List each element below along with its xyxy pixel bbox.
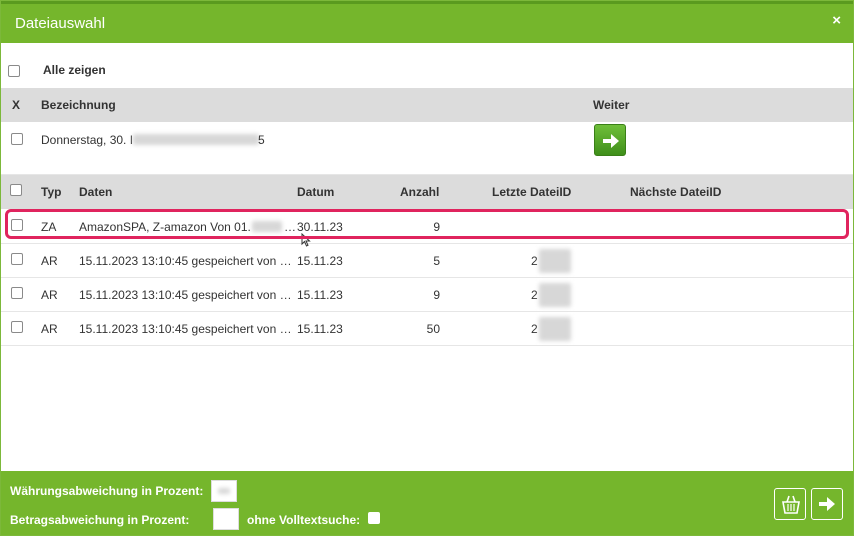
column-naechste-dateiid[interactable]: Nächste DateiID (630, 185, 721, 199)
title-bar: Dateiauswahl × (1, 1, 853, 43)
arrow-right-icon (603, 134, 619, 148)
cell-datum: 15.11.23 (297, 322, 343, 336)
column-x: X (12, 98, 21, 112)
table-row[interactable]: AR 15.11.2023 13:10:45 gespeichert von …… (1, 277, 853, 312)
group-table-header: X Bezeichnung Weiter (1, 88, 853, 122)
table-row[interactable]: AR 15.11.2023 13:10:45 gespeichert von …… (1, 311, 853, 346)
group-row-checkbox[interactable] (11, 133, 23, 145)
column-daten[interactable]: Daten (79, 185, 112, 199)
next-button[interactable] (811, 488, 843, 520)
redacted-text (133, 134, 259, 145)
basket-button[interactable] (774, 488, 806, 520)
cell-anzahl: 5 (433, 254, 440, 268)
weiter-button[interactable] (594, 124, 626, 156)
group-row[interactable]: Donnerstag, 30. I 5 (1, 122, 853, 175)
betrag-label: Betragsabweichung in Prozent: (10, 513, 190, 527)
redacted-text (218, 488, 230, 494)
row-highlight-annotation (5, 209, 849, 239)
column-typ[interactable]: Typ (41, 185, 61, 199)
group-row-label: Donnerstag, 30. I (41, 133, 134, 147)
group-row-label-tail: 5 (258, 133, 265, 147)
redacted-text (539, 283, 571, 307)
cell-datum: 15.11.23 (297, 288, 343, 302)
cell-daten: 15.11.2023 13:10:45 gespeichert von … (79, 254, 292, 268)
volltext-checkbox[interactable] (368, 512, 380, 524)
waehrung-label: Währungsabweichung in Prozent: (10, 484, 204, 498)
close-icon[interactable]: × (832, 12, 841, 29)
footer-bar: Währungsabweichung in Prozent: Betragsab… (1, 471, 853, 535)
arrow-right-icon (819, 497, 835, 511)
dialog-title: Dateiauswahl (15, 15, 106, 32)
column-datum[interactable]: Datum (297, 185, 334, 199)
cell-anzahl: 9 (433, 288, 440, 302)
cell-daten: 15.11.2023 13:10:45 gespeichert von … (79, 322, 292, 336)
column-anzahl[interactable]: Anzahl (400, 185, 439, 199)
cell-typ: AR (41, 254, 58, 268)
column-bezeichnung[interactable]: Bezeichnung (41, 98, 116, 112)
waehrung-input[interactable] (211, 480, 237, 502)
cell-typ: AR (41, 322, 58, 336)
betrag-input[interactable] (213, 508, 239, 530)
redacted-text (539, 249, 571, 273)
file-table-header: Typ Daten Datum Anzahl Letzte DateiID Nä… (1, 175, 853, 209)
show-all-checkbox[interactable] (8, 65, 20, 77)
cell-letzte-dateiid: 2 (531, 254, 538, 268)
show-all-label: Alle zeigen (43, 63, 106, 77)
cell-letzte-dateiid: 2 (531, 288, 538, 302)
cell-anzahl: 50 (426, 322, 440, 336)
cell-letzte-dateiid: 2 (531, 322, 538, 336)
select-all-files-checkbox[interactable] (10, 184, 22, 196)
row-checkbox[interactable] (11, 287, 23, 299)
column-weiter: Weiter (593, 98, 630, 112)
table-row[interactable]: AR 15.11.2023 13:10:45 gespeichert von …… (1, 243, 853, 278)
column-letzte-dateiid[interactable]: Letzte DateiID (492, 185, 571, 199)
cell-datum: 15.11.23 (297, 254, 343, 268)
cell-daten: 15.11.2023 13:10:45 gespeichert von … (79, 288, 292, 302)
cell-typ: AR (41, 288, 58, 302)
basket-icon (782, 495, 800, 514)
volltext-label: ohne Volltextsuche: (247, 513, 361, 527)
row-checkbox[interactable] (11, 253, 23, 265)
row-checkbox[interactable] (11, 321, 23, 333)
file-selection-dialog: Dateiauswahl × Alle zeigen X Bezeichnung… (0, 0, 854, 536)
redacted-text (539, 317, 571, 341)
